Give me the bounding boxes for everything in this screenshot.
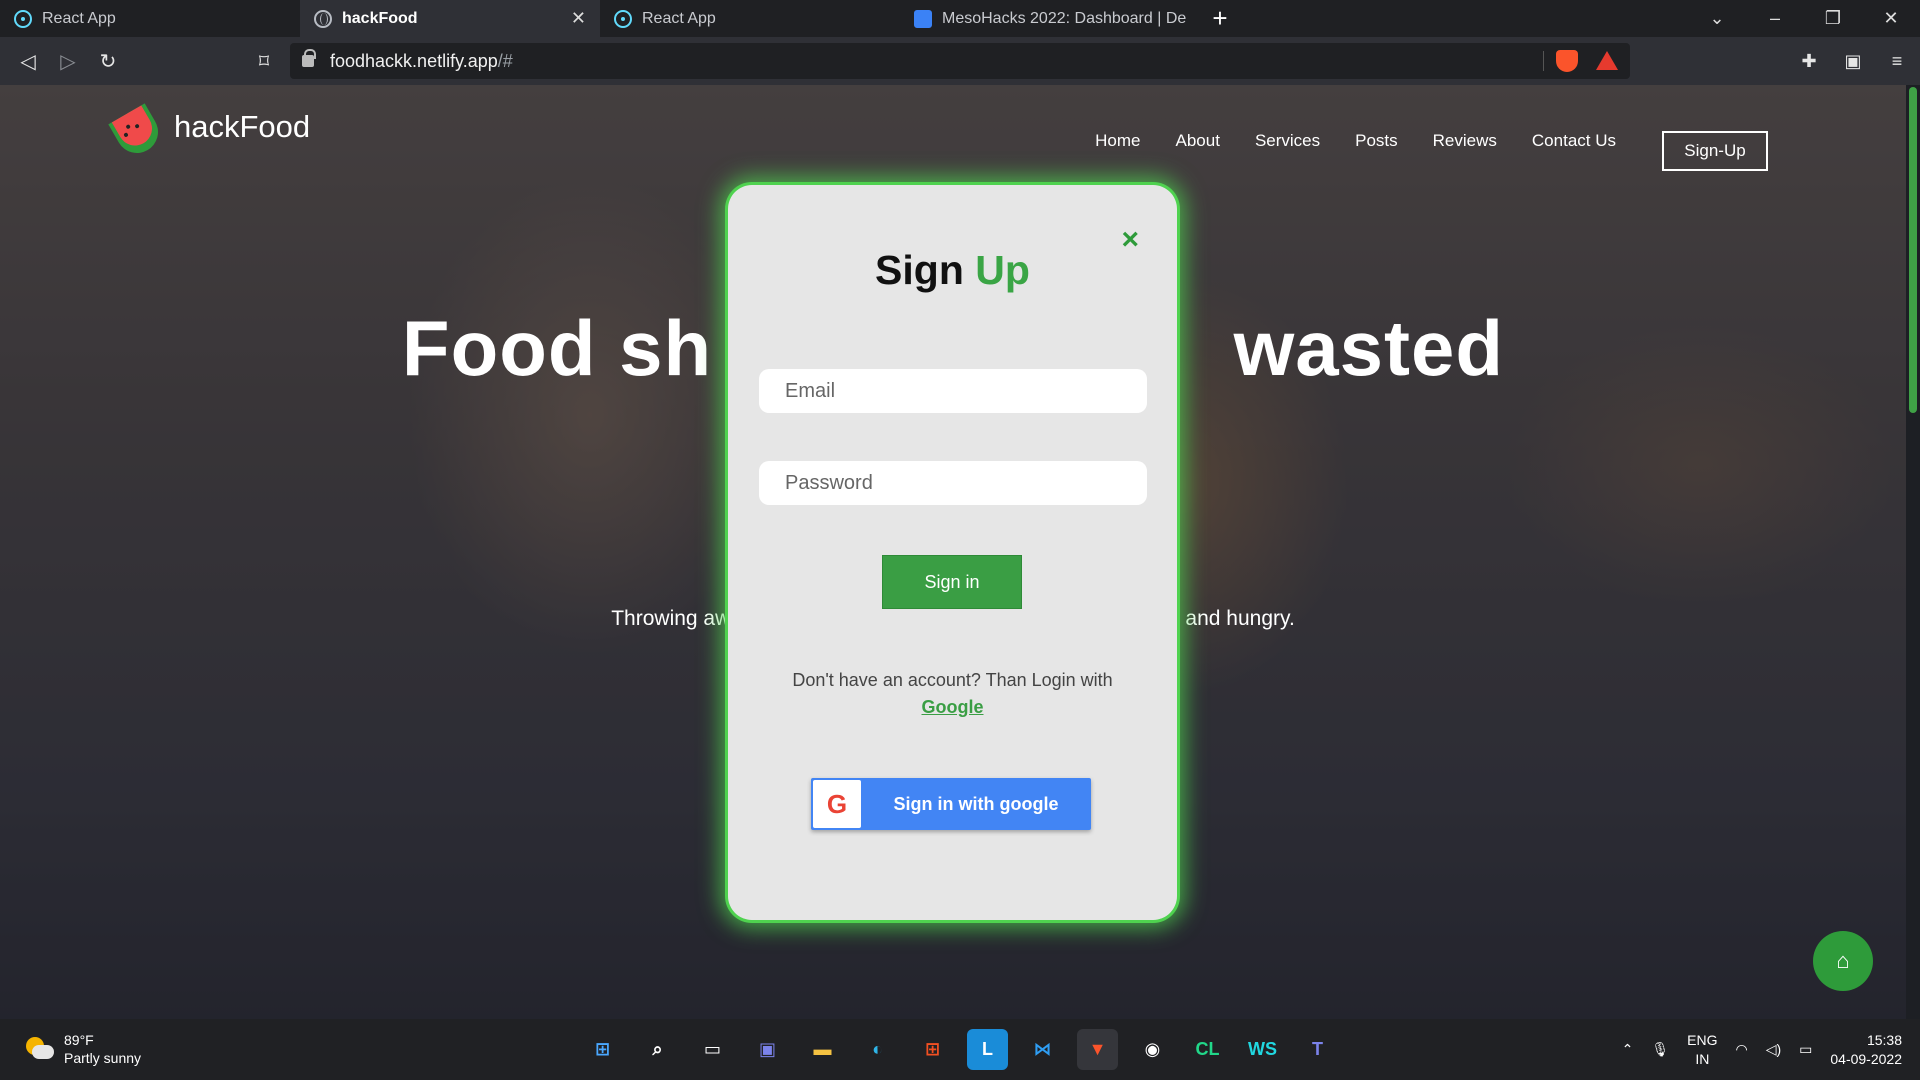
site-logo[interactable]: hackFood [108,103,311,161]
signup-button[interactable]: Sign-Up [1662,131,1768,171]
modal-title-part1: Sign [875,247,964,293]
site-navbar: hackFood Home About Services Posts Revie… [0,85,1906,185]
partly-sunny-icon [24,1037,54,1061]
lock-icon [302,49,316,67]
signup-modal: × Sign Up Sign in Don't have an account?… [728,185,1177,920]
weather-condition: Partly sunny [64,1050,142,1066]
tab-hackfood[interactable]: hackFood ✕ [300,0,600,37]
tab-title: MesoHacks 2022: Dashboard | Devfoli [942,9,1186,27]
close-tab-icon[interactable]: ✕ [571,8,586,29]
reload-icon[interactable]: ↻ [88,49,128,74]
bookmark-icon[interactable]: ⌑ [244,49,284,74]
password-field[interactable] [759,461,1147,505]
lang-bottom: IN [1695,1050,1710,1067]
browser-toolbar: ◁ ▷ ↻ ⌑ foodhackk.netlify.app/# ✚ ▣ ≡ [0,37,1920,85]
file-explorer-icon[interactable]: ▬ [802,1029,843,1070]
task-view-icon[interactable]: ▭ [692,1029,733,1070]
webstorm-icon[interactable]: WS [1242,1029,1283,1070]
watermelon-icon [108,103,166,161]
teams-icon[interactable]: T [1297,1029,1338,1070]
new-tab-button[interactable]: + [1200,0,1240,37]
taskbar-apps: ⊞ ⌕ ▭ ▣ ▬ ◐ ⊞ L ⋈ ▼ ◉ CL WS T [582,1029,1338,1070]
url-path: /# [497,50,513,71]
nav-posts[interactable]: Posts [1355,131,1398,151]
globe-icon [314,9,332,28]
nav-contact-us[interactable]: Contact Us [1532,131,1616,151]
forward-icon[interactable]: ▷ [48,49,88,74]
react-icon [14,9,32,28]
devfolio-icon [914,9,932,28]
wallet-icon[interactable]: ▣ [1840,51,1866,72]
nav-home[interactable]: Home [1095,131,1140,151]
windows-start-icon[interactable]: ⊞ [582,1029,623,1070]
edge-icon[interactable]: ◐ [857,1029,898,1070]
signin-button[interactable]: Sign in [882,555,1022,609]
tab-title: React App [42,9,116,27]
weather-widget[interactable]: 89°F Partly sunny [24,1031,141,1067]
brave-shield-icon[interactable] [1556,50,1578,72]
language-indicator[interactable]: ENG IN [1687,1031,1717,1069]
google-signin-label: Sign in with google [893,793,1059,814]
email-field[interactable] [759,369,1147,413]
google-signin-button[interactable]: G Sign in with google [811,778,1091,830]
google-link[interactable]: Google [728,697,1177,718]
address-bar[interactable]: foodhackk.netlify.app/# [290,43,1630,79]
tab-strip: React App hackFood ✕ React App MesoHacks… [0,0,1920,37]
page-viewport: hackFood Home About Services Posts Revie… [0,85,1920,1019]
microphone-icon[interactable]: 🎙 [1651,1041,1669,1058]
tab-search-icon[interactable]: ⌄ [1688,8,1746,29]
app-w-icon[interactable]: ◉ [1132,1029,1173,1070]
scrollbar-thumb[interactable] [1909,87,1917,413]
home-icon[interactable]: ⌂ [1813,931,1873,991]
date: 04-09-2022 [1830,1050,1902,1067]
wifi-icon[interactable]: ◠ [1735,1041,1747,1058]
menu-icon[interactable]: ≡ [1884,51,1910,72]
modal-title-part2: Up [975,247,1030,293]
tab-title: React App [642,9,716,27]
url-host: foodhackk.netlify.app [330,50,498,71]
tab-title: hackFood [342,9,418,27]
react-icon [614,9,632,28]
modal-title: Sign Up [728,247,1177,294]
google-icon: G [826,788,848,819]
extensions-icon[interactable]: ✚ [1796,51,1822,72]
taskbar: 89°F Partly sunny ⊞ ⌕ ▭ ▣ ▬ ◐ ⊞ L ⋈ ▼ ◉ … [0,1019,1920,1080]
nav-services[interactable]: Services [1255,131,1320,151]
nav-about[interactable]: About [1176,131,1220,151]
brave-icon[interactable]: ▼ [1077,1029,1118,1070]
vscode-icon[interactable]: ⋈ [1022,1029,1063,1070]
brand-name: hackFood [174,109,311,144]
nav-reviews[interactable]: Reviews [1433,131,1497,151]
minimize-button[interactable]: – [1746,8,1804,29]
chat-icon[interactable]: ▣ [747,1029,788,1070]
store-icon[interactable]: ⊞ [912,1029,953,1070]
app-l-icon[interactable]: L [967,1029,1008,1070]
chevron-up-icon[interactable]: ⌃ [1622,1041,1634,1058]
clion-icon[interactable]: CL [1187,1029,1228,1070]
search-icon[interactable]: ⌕ [637,1029,678,1070]
tab-react-app-2[interactable]: React App [600,0,900,37]
tab-mesohacks[interactable]: MesoHacks 2022: Dashboard | Devfoli [900,0,1200,37]
toolbar-right: ✚ ▣ ≡ [1796,37,1910,85]
clock[interactable]: 15:38 04-09-2022 [1830,1031,1902,1069]
time: 15:38 [1866,1031,1902,1048]
close-window-button[interactable]: ✕ [1862,8,1920,29]
account-prompt: Don't have an account? Than Login with [792,670,1113,690]
screen: React App hackFood ✕ React App MesoHacks… [0,0,1920,1080]
weather-text: 89°F Partly sunny [64,1031,141,1067]
brave-rewards-icon[interactable] [1596,51,1618,70]
temperature: 89°F [64,1032,94,1048]
window-controls: ⌄ – ❐ ✕ [1688,0,1920,37]
back-icon[interactable]: ◁ [8,49,48,74]
tab-react-app-1[interactable]: React App [0,0,300,37]
restore-button[interactable]: ❐ [1804,8,1862,29]
battery-icon[interactable]: ▭ [1799,1041,1812,1058]
system-tray: ⌃ 🎙 ENG IN ◠ ◁) ▭ 15:38 04-09-2022 [1622,1019,1902,1080]
divider [1543,51,1544,71]
google-logo-box: G [813,780,861,828]
nav-menu: Home About Services Posts Reviews Contac… [1095,131,1616,151]
volume-icon[interactable]: ◁) [1766,1041,1781,1058]
scrollbar[interactable] [1906,85,1920,1019]
lang-top: ENG [1687,1031,1718,1048]
